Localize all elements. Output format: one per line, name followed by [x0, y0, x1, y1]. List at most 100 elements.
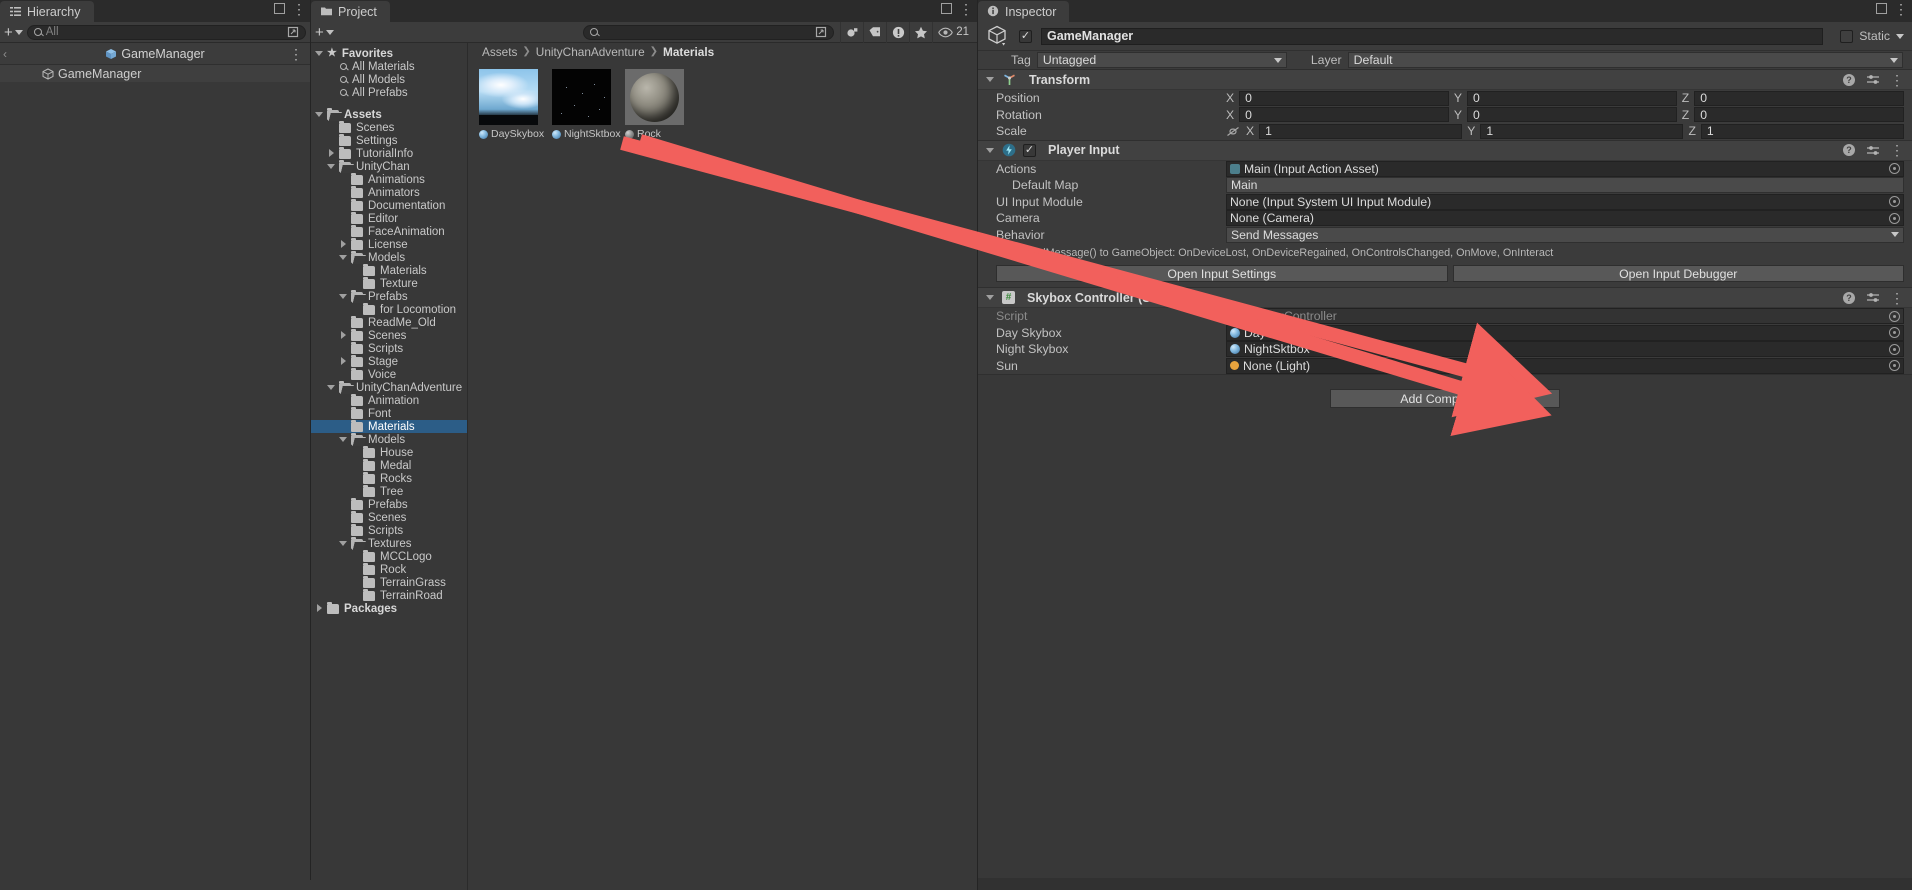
tree-row-all-prefabs[interactable]: All Prefabs [311, 86, 467, 99]
object-field[interactable]: DaySkybox [1226, 325, 1904, 341]
help-icon[interactable]: ? [1843, 144, 1855, 156]
tree-row-textures[interactable]: Textures [311, 537, 467, 550]
object-field[interactable]: NightSktbox [1226, 341, 1904, 357]
panel-menu-icon[interactable]: ⋮ [1894, 4, 1908, 14]
scene-menu-icon[interactable]: ⋮ [289, 49, 303, 59]
tree-row-rock[interactable]: Rock [311, 563, 467, 576]
tree-row-tree[interactable]: Tree [311, 485, 467, 498]
tag-dropdown[interactable]: Untagged [1037, 52, 1287, 68]
search-filter-icon[interactable] [287, 26, 299, 38]
chevron-down-icon[interactable] [339, 292, 348, 301]
chevron-down-icon[interactable] [339, 253, 348, 262]
object-field[interactable]: None (Light) [1226, 358, 1904, 374]
axis-input-z[interactable]: 1 [1701, 124, 1904, 139]
tree-row-documentation[interactable]: Documentation [311, 199, 467, 212]
axis-input-z[interactable]: 0 [1694, 107, 1904, 122]
object-field[interactable]: None (Camera) [1226, 210, 1904, 226]
axis-input-y[interactable]: 0 [1467, 107, 1677, 122]
preset-icon[interactable] [1866, 145, 1879, 156]
tree-row-materials[interactable]: Materials [311, 264, 467, 277]
search-filter-icon[interactable] [815, 26, 827, 38]
axis-input-y[interactable]: 0 [1467, 91, 1677, 106]
object-picker-icon[interactable] [1889, 163, 1900, 174]
object-field[interactable]: Main (Input Action Asset) [1226, 161, 1904, 177]
tree-row-all-materials[interactable]: All Materials [311, 60, 467, 73]
dropdown-field[interactable]: Main [1226, 177, 1904, 193]
dropdown-field[interactable]: Send Messages [1226, 227, 1904, 243]
object-picker-icon[interactable] [1889, 360, 1900, 371]
tree-row-assets[interactable]: Assets [311, 108, 467, 121]
component-enabled-checkbox[interactable] [1023, 144, 1036, 157]
hierarchy-item-gamemanager[interactable]: GameManager [0, 65, 310, 82]
chevron-down-icon[interactable] [315, 110, 324, 119]
tree-row-unitychan[interactable]: UnityChan [311, 160, 467, 173]
axis-input-y[interactable]: 1 [1480, 124, 1683, 139]
maximize-icon[interactable] [1876, 3, 1887, 14]
tree-row-all-models[interactable]: All Models [311, 73, 467, 86]
tree-row-packages[interactable]: Packages [311, 602, 467, 615]
tree-row-materials[interactable]: Materials [311, 420, 467, 433]
tree-row-prefabs[interactable]: Prefabs [311, 498, 467, 511]
layer-dropdown[interactable]: Default [1348, 52, 1903, 68]
help-icon[interactable]: ? [1843, 74, 1855, 86]
preset-icon[interactable] [1866, 292, 1879, 303]
component-menu-icon[interactable]: ⋮ [1890, 75, 1904, 85]
tree-row-mcclogo[interactable]: MCCLogo [311, 550, 467, 563]
breadcrumb-item[interactable]: Materials [663, 45, 714, 59]
breadcrumb-item[interactable]: UnityChanAdventure [536, 45, 645, 59]
asset-grid[interactable]: DaySkyboxNightSktboxRock [468, 60, 977, 140]
tree-row-voice[interactable]: Voice [311, 368, 467, 381]
object-picker-icon[interactable] [1889, 311, 1900, 322]
tree-row-texture[interactable]: Texture [311, 277, 467, 290]
tree-row-license[interactable]: License [311, 238, 467, 251]
tree-row-for-locomotion[interactable]: for Locomotion [311, 303, 467, 316]
gameobject-cube-icon[interactable] [986, 24, 1010, 48]
tab-hierarchy[interactable]: Hierarchy [0, 1, 94, 22]
breadcrumb-item[interactable]: Assets [482, 45, 517, 59]
filter-by-label-icon[interactable] [863, 22, 886, 43]
object-enabled-checkbox[interactable] [1019, 30, 1032, 43]
component-header[interactable]: Transform?⋮ [978, 70, 1912, 90]
chevron-down-icon[interactable] [986, 146, 995, 155]
component-menu-icon[interactable]: ⋮ [1890, 293, 1904, 303]
add-component-button[interactable]: Add Component [1330, 389, 1560, 408]
help-icon[interactable]: ? [1843, 292, 1855, 304]
axis-input-z[interactable]: 0 [1694, 91, 1904, 106]
tree-row-scripts[interactable]: Scripts [311, 342, 467, 355]
static-toggle[interactable]: Static [1832, 29, 1912, 43]
tree-row-favorites[interactable]: ★Favorites [311, 47, 467, 60]
filter-by-type-icon[interactable] [840, 22, 863, 43]
chevron-right-icon[interactable] [339, 357, 348, 366]
tree-row-unitychanadventure[interactable]: UnityChanAdventure [311, 381, 467, 394]
tree-row-models[interactable]: Models [311, 251, 467, 264]
axis-input-x[interactable]: 1 [1259, 124, 1462, 139]
preset-icon[interactable] [1866, 74, 1879, 85]
tree-row-faceanimation[interactable]: FaceAnimation [311, 225, 467, 238]
panel-menu-icon[interactable]: ⋮ [959, 4, 973, 14]
component-header[interactable]: Player Input?⋮ [978, 141, 1912, 161]
tree-row-medal[interactable]: Medal [311, 459, 467, 472]
maximize-icon[interactable] [274, 3, 285, 14]
chevron-down-icon[interactable] [339, 539, 348, 548]
visible-count[interactable]: 21 [932, 22, 973, 43]
create-asset-button[interactable]: + [315, 26, 334, 39]
asset-item[interactable]: DaySkybox [479, 69, 541, 140]
chevron-down-icon[interactable] [327, 383, 336, 392]
tree-row-animations[interactable]: Animations [311, 173, 467, 186]
tree-row-scripts[interactable]: Scripts [311, 524, 467, 537]
chevron-down-icon[interactable] [315, 49, 324, 58]
tree-row-terraingrass[interactable]: TerrainGrass [311, 576, 467, 589]
object-field[interactable]: SkyboxController [1226, 308, 1904, 324]
tree-row-readme-old[interactable]: ReadMe_Old [311, 316, 467, 329]
tree-row-rocks[interactable]: Rocks [311, 472, 467, 485]
button-open-input-settings[interactable]: Open Input Settings [996, 265, 1448, 282]
tab-project[interactable]: Project [311, 1, 390, 22]
chevron-down-icon[interactable] [1896, 34, 1904, 39]
tab-inspector[interactable]: Inspector [978, 1, 1069, 22]
tree-row-settings[interactable]: Settings [311, 134, 467, 147]
button-open-input-debugger[interactable]: Open Input Debugger [1453, 265, 1905, 282]
chevron-right-icon[interactable] [327, 149, 336, 158]
static-checkbox[interactable] [1840, 30, 1853, 43]
tree-row-editor[interactable]: Editor [311, 212, 467, 225]
tree-row-font[interactable]: Font [311, 407, 467, 420]
